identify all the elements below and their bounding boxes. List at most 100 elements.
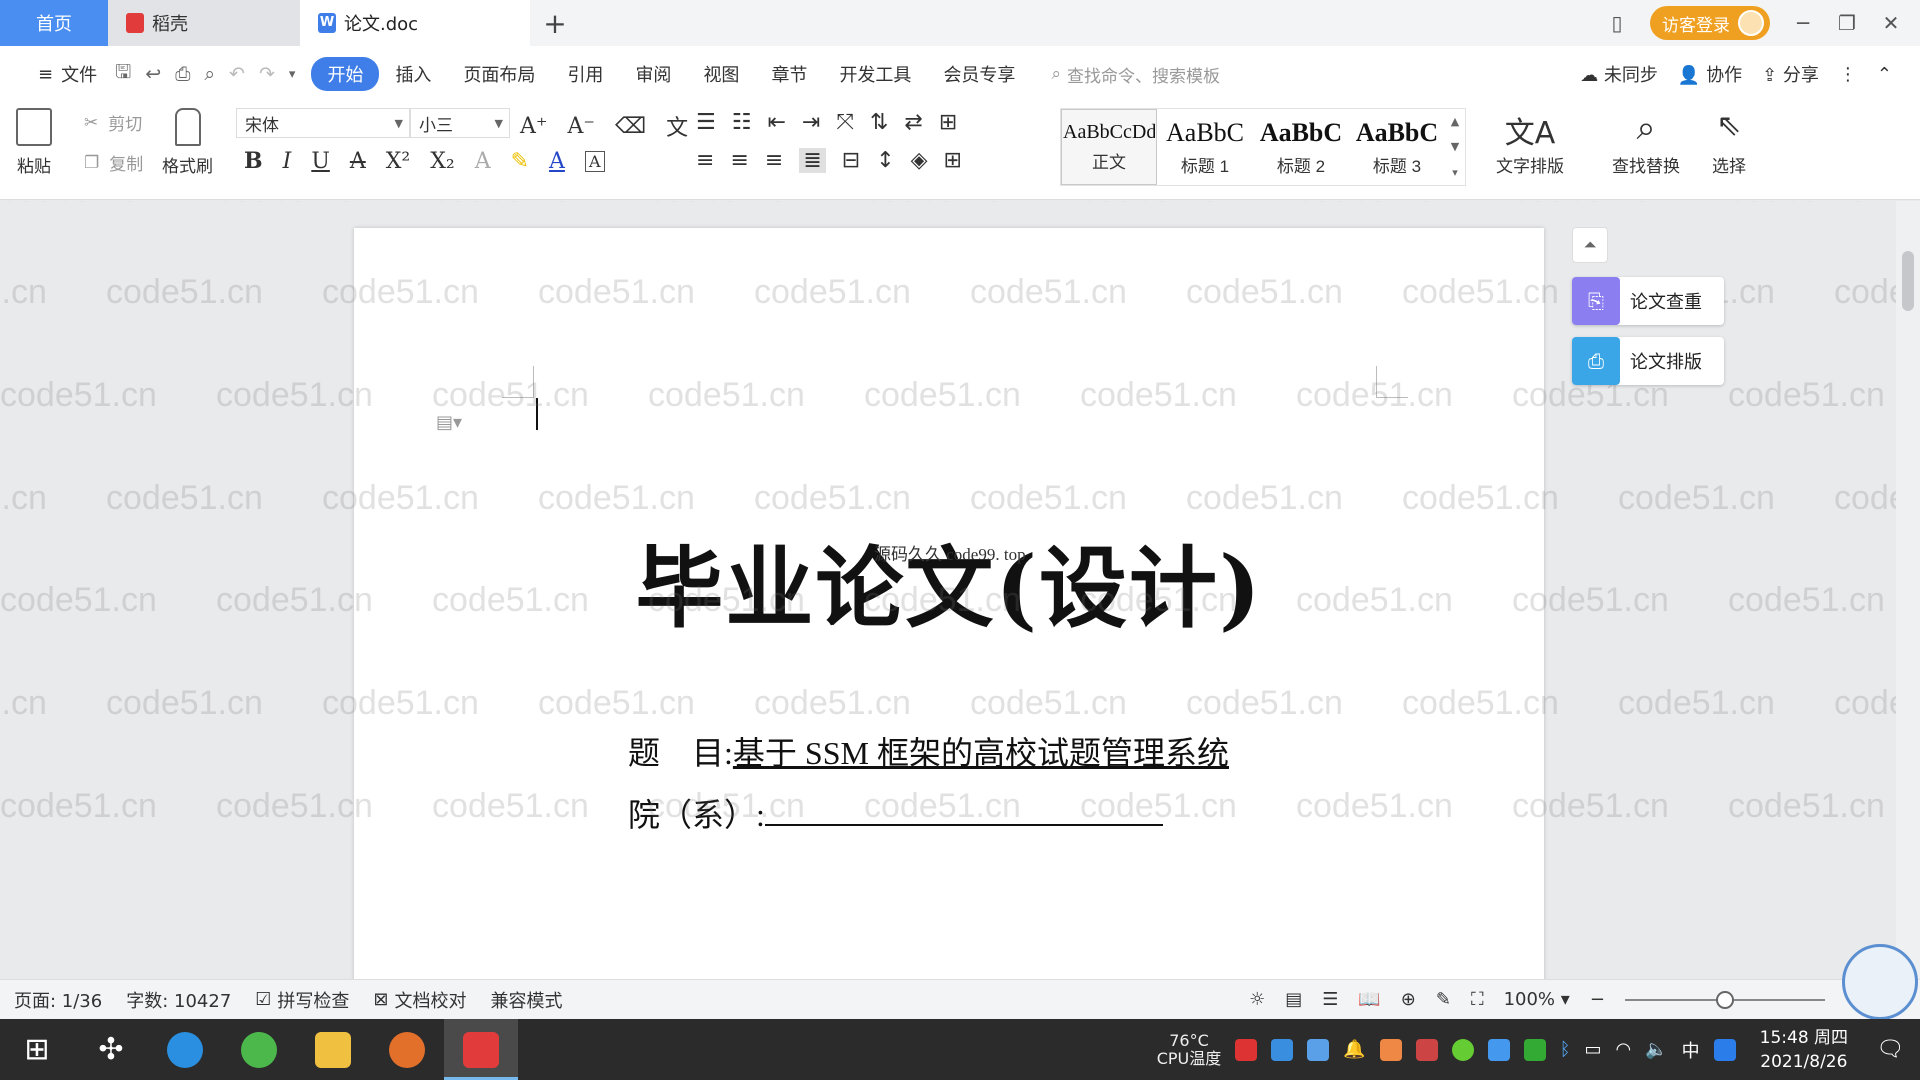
web-view-icon[interactable]: ⊕ bbox=[1401, 989, 1416, 1010]
style-heading-2[interactable]: AaBbC 标题 2 bbox=[1253, 109, 1349, 185]
spell-check-button[interactable]: ☑ 拼写检查 bbox=[255, 987, 349, 1013]
tab-references[interactable]: 引用 bbox=[551, 61, 619, 87]
borders-icon[interactable]: ⊞ bbox=[944, 148, 962, 173]
font-color-icon[interactable]: A bbox=[549, 149, 565, 174]
more-icon[interactable]: ⋮ bbox=[1839, 64, 1857, 85]
share-button[interactable]: ⇪ 分享 bbox=[1762, 61, 1819, 87]
tray-app-icon[interactable] bbox=[1271, 1038, 1294, 1061]
scrollbar-thumb[interactable] bbox=[1902, 251, 1914, 311]
tab-view[interactable]: 视图 bbox=[687, 61, 755, 87]
indent-icon[interactable]: ⇥ bbox=[802, 110, 820, 135]
taskbar-app-game[interactable] bbox=[370, 1019, 444, 1080]
align-right-icon[interactable]: ≡ bbox=[765, 148, 783, 173]
char-border-icon[interactable]: A bbox=[584, 150, 605, 172]
layout-icon[interactable]: ▯ bbox=[1606, 11, 1628, 35]
tab-member[interactable]: 会员专享 bbox=[927, 61, 1031, 87]
fit-page-icon[interactable]: ⛶ bbox=[1471, 989, 1484, 1010]
cut-button[interactable]: ✂ 剪切 bbox=[84, 110, 142, 136]
tab-home[interactable]: 首页 bbox=[0, 0, 108, 46]
page-count[interactable]: 页面: 1/36 bbox=[14, 987, 102, 1013]
print-icon[interactable]: ⎙ bbox=[175, 63, 190, 85]
align-left-icon[interactable]: ≡ bbox=[696, 148, 714, 173]
paper-layout-button[interactable]: ⎙ 论文排版 bbox=[1572, 337, 1724, 385]
side-panel-collapse[interactable]: ⏶ bbox=[1572, 227, 1608, 263]
zoom-out-icon[interactable]: − bbox=[1590, 989, 1605, 1010]
tab-developer[interactable]: 开发工具 bbox=[823, 61, 927, 87]
tray-app-icon[interactable] bbox=[1415, 1038, 1438, 1061]
volume-icon[interactable]: 🔈 bbox=[1645, 1039, 1667, 1060]
ime-indicator[interactable]: 中 bbox=[1682, 1037, 1700, 1063]
phonetic-icon[interactable]: 文 bbox=[666, 110, 688, 142]
text-layout-button[interactable]: 文A 文字排版 bbox=[1496, 108, 1564, 177]
format-painter-button[interactable]: 格式刷 bbox=[162, 108, 213, 177]
outline-view-icon[interactable]: ☰ bbox=[1322, 989, 1338, 1010]
paste-button[interactable]: 粘贴 bbox=[16, 108, 52, 177]
shading-icon[interactable]: ◈ bbox=[911, 148, 928, 173]
find-replace-button[interactable]: ⌕ 查找替换 bbox=[1612, 108, 1680, 177]
new-tab-button[interactable]: + bbox=[530, 0, 580, 46]
undo-history-icon[interactable]: ↩ bbox=[145, 63, 161, 85]
document-page[interactable]: ▤▾ 毕业论文(设计) 源码久久 code99. top 题 目: 基于 SSM… bbox=[354, 228, 1544, 979]
align-center-icon[interactable]: ≡ bbox=[730, 148, 748, 173]
shrink-font-icon[interactable]: A⁻ bbox=[568, 114, 596, 139]
bell-icon[interactable]: 🔔 bbox=[1343, 1039, 1365, 1060]
wifi-icon[interactable]: ◠ bbox=[1616, 1039, 1632, 1060]
taskbar-app-browser[interactable] bbox=[222, 1019, 296, 1080]
bluetooth-icon[interactable]: ᛒ bbox=[1560, 1039, 1571, 1060]
undo-icon[interactable]: ↶ bbox=[229, 63, 245, 85]
save-icon[interactable]: 🖫 bbox=[115, 58, 131, 90]
tab-insert[interactable]: 插入 bbox=[379, 61, 447, 87]
print-preview-icon[interactable]: ⌕ bbox=[204, 63, 215, 85]
tab-start[interactable]: 开始 bbox=[311, 57, 380, 91]
search-app-icon[interactable] bbox=[1713, 1038, 1736, 1061]
taskbar-app-ie[interactable] bbox=[148, 1019, 222, 1080]
chevron-down-icon[interactable]: ▾ bbox=[289, 67, 296, 82]
clock[interactable]: 15:48 周四 2021/8/26 bbox=[1760, 1026, 1848, 1074]
bold-icon[interactable]: B bbox=[244, 148, 263, 174]
zoom-slider-knob[interactable] bbox=[1715, 990, 1734, 1009]
italic-icon[interactable]: I bbox=[283, 149, 292, 174]
highlight-icon[interactable]: ✎ bbox=[511, 149, 529, 174]
numbered-list-icon[interactable]: ☷ bbox=[732, 110, 752, 135]
page-view-icon[interactable]: ▤ bbox=[1285, 989, 1302, 1010]
style-normal[interactable]: AaBbCcDd 正文 bbox=[1061, 109, 1157, 185]
collapse-ribbon-icon[interactable]: ⌃ bbox=[1877, 64, 1892, 85]
cpu-temp[interactable]: 76°C CPU温度 bbox=[1157, 1031, 1222, 1068]
nvidia-icon[interactable] bbox=[1523, 1038, 1546, 1061]
redo-icon[interactable]: ↷ bbox=[259, 63, 275, 85]
strikethrough-icon[interactable]: A bbox=[350, 149, 366, 174]
show-marks-icon[interactable]: ⇄ bbox=[904, 110, 922, 135]
collab-button[interactable]: 👤 协作 bbox=[1678, 61, 1742, 87]
guest-login-button[interactable]: 访客登录 bbox=[1650, 6, 1770, 40]
underline-icon[interactable]: U bbox=[311, 149, 330, 174]
copy-button[interactable]: ❐ 复制 bbox=[84, 150, 143, 176]
tray-app-icon[interactable] bbox=[1487, 1038, 1510, 1061]
command-search[interactable]: ⌕ 查找命令、搜索模板 bbox=[1051, 62, 1220, 87]
shield-icon[interactable] bbox=[1307, 1038, 1330, 1061]
superscript-icon[interactable]: X² bbox=[386, 149, 410, 174]
style-gallery-scroll[interactable]: ▲ ▼ ▾ bbox=[1445, 109, 1465, 185]
style-heading-3[interactable]: AaBbC 标题 3 bbox=[1349, 109, 1445, 185]
tray-app-icon[interactable] bbox=[1235, 1038, 1258, 1061]
justify-icon[interactable]: ≣ bbox=[799, 148, 826, 173]
file-menu[interactable]: ≡ 文件 bbox=[22, 61, 115, 87]
table-tools-icon[interactable]: ⊞ bbox=[939, 110, 957, 135]
taskbar-app-fan[interactable]: ✣ bbox=[74, 1019, 148, 1080]
read-view-icon[interactable]: 📖 bbox=[1358, 989, 1380, 1010]
tab-daoke[interactable]: 稻壳 bbox=[108, 0, 300, 46]
vertical-scrollbar[interactable] bbox=[1896, 201, 1920, 979]
tab-page-layout[interactable]: 页面布局 bbox=[447, 61, 551, 87]
start-button[interactable]: ⊞ bbox=[0, 1019, 74, 1080]
taskbar-app-explorer[interactable] bbox=[296, 1019, 370, 1080]
battery-icon[interactable]: ▭ bbox=[1585, 1039, 1602, 1060]
select-button[interactable]: ⇖ 选择 bbox=[1712, 108, 1746, 177]
subscript-icon[interactable]: X₂ bbox=[430, 149, 454, 174]
font-name-select[interactable]: 宋体 ▼ bbox=[236, 108, 410, 138]
font-size-select[interactable]: 小三 ▼ bbox=[410, 108, 510, 138]
line-spacing-icon[interactable]: ↕ bbox=[876, 148, 894, 173]
minimize-icon[interactable]: ─ bbox=[1792, 11, 1814, 35]
unsync-button[interactable]: ☁ 未同步 bbox=[1580, 61, 1658, 87]
restore-icon[interactable]: ❐ bbox=[1836, 11, 1858, 35]
eye-protect-icon[interactable]: ☼ bbox=[1249, 989, 1265, 1010]
chinese-layout-icon[interactable]: ⤧ bbox=[836, 110, 854, 135]
